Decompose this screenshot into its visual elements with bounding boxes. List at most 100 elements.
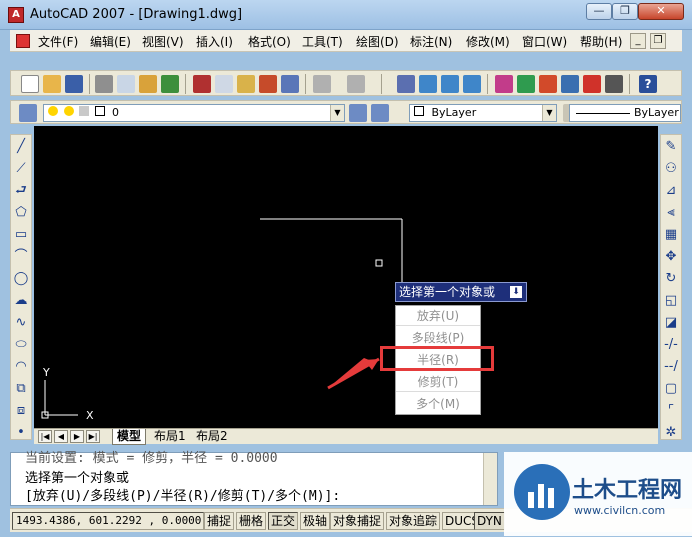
- move-icon[interactable]: ✥: [663, 249, 679, 265]
- coordinate-readout[interactable]: 1493.4386, 601.2292 , 0.0000: [12, 512, 204, 530]
- grid-toggle[interactable]: 栅格: [236, 512, 267, 530]
- stretch-icon[interactable]: ◪: [663, 315, 679, 331]
- menu-window[interactable]: 窗口(W): [522, 33, 567, 50]
- polygon-icon[interactable]: ⬠: [13, 205, 29, 221]
- paste-icon[interactable]: [237, 75, 255, 93]
- make-block-icon[interactable]: ⧈: [13, 403, 29, 419]
- explode-icon[interactable]: ✲: [663, 425, 679, 441]
- calculator-icon[interactable]: [605, 75, 623, 93]
- make-object-layer-current-icon[interactable]: [349, 104, 367, 122]
- publish-icon[interactable]: [139, 75, 157, 93]
- chamfer-icon[interactable]: ⌜: [663, 403, 679, 419]
- document-icon[interactable]: [16, 34, 30, 48]
- tab-model[interactable]: 模型: [112, 429, 147, 445]
- menu-tools[interactable]: 工具(T): [302, 33, 343, 50]
- close-button[interactable]: ✕: [638, 3, 684, 20]
- save-icon[interactable]: [65, 75, 83, 93]
- cut-icon[interactable]: [193, 75, 211, 93]
- design-center-icon[interactable]: [517, 75, 535, 93]
- rotate-icon[interactable]: ↻: [663, 271, 679, 287]
- layer-manager-icon[interactable]: [19, 104, 37, 122]
- command-scrollbar[interactable]: [483, 453, 497, 505]
- zoom-realtime-icon[interactable]: [419, 75, 437, 93]
- new-icon[interactable]: [21, 75, 39, 93]
- pan-icon[interactable]: [397, 75, 415, 93]
- construction-line-icon[interactable]: ⟋: [13, 161, 29, 177]
- first-tab-icon[interactable]: |◀: [38, 430, 52, 443]
- menu-insert[interactable]: 插入(I): [196, 33, 233, 50]
- circle-icon[interactable]: ◯: [13, 271, 29, 287]
- menu-file[interactable]: 文件(F): [38, 33, 78, 50]
- restore-button[interactable]: ❐: [612, 3, 638, 20]
- revision-cloud-icon[interactable]: ☁: [13, 293, 29, 309]
- properties-icon[interactable]: [495, 75, 513, 93]
- extend-icon[interactable]: --/: [663, 359, 679, 375]
- undo-icon[interactable]: [313, 75, 331, 93]
- prev-tab-icon[interactable]: ◀: [54, 430, 68, 443]
- menu-format[interactable]: 格式(O): [248, 33, 291, 50]
- mdi-restore-button[interactable]: ❐: [650, 33, 666, 49]
- point-icon[interactable]: •: [13, 425, 29, 441]
- drawing-area[interactable]: Y X: [34, 126, 658, 428]
- menu-draw[interactable]: 绘图(D): [356, 33, 399, 50]
- copy-icon[interactable]: [215, 75, 233, 93]
- mirror-icon[interactable]: ⊿: [663, 183, 679, 199]
- option-undo[interactable]: 放弃(U): [396, 306, 480, 326]
- print-icon[interactable]: [95, 75, 113, 93]
- command-line-window[interactable]: 当前设置: 模式 = 修剪，半径 = 0.0000 选择第一个对象或 [放弃(U…: [10, 451, 498, 506]
- match-properties-icon[interactable]: [259, 75, 277, 93]
- download-arrow-icon[interactable]: ⬇: [510, 286, 522, 298]
- ellipse-arc-icon[interactable]: ◠: [13, 359, 29, 375]
- snap-toggle[interactable]: 捕捉: [204, 512, 235, 530]
- line-icon[interactable]: ╱: [13, 139, 29, 155]
- redo-icon[interactable]: [347, 75, 365, 93]
- copy-object-icon[interactable]: ⚇: [663, 161, 679, 177]
- etransmit-icon[interactable]: [161, 75, 179, 93]
- markup-icon[interactable]: [583, 75, 601, 93]
- insert-block-icon[interactable]: ⧉: [13, 381, 29, 397]
- polyline-icon[interactable]: ⮐: [13, 183, 29, 199]
- print-preview-icon[interactable]: [117, 75, 135, 93]
- erase-icon[interactable]: ✎: [663, 139, 679, 155]
- option-polyline[interactable]: 多段线(P): [396, 328, 480, 348]
- tab-layout1[interactable]: 布局1: [150, 429, 190, 445]
- dyn-toggle[interactable]: DYN: [474, 512, 505, 530]
- zoom-previous-icon[interactable]: [463, 75, 481, 93]
- array-icon[interactable]: ▦: [663, 227, 679, 243]
- ortho-toggle[interactable]: 正交: [268, 512, 299, 530]
- option-multiple[interactable]: 多个(M): [396, 394, 480, 414]
- menu-modify[interactable]: 修改(M): [466, 33, 510, 50]
- layer-previous-icon[interactable]: [371, 104, 389, 122]
- scale-icon[interactable]: ◱: [663, 293, 679, 309]
- linetype-dropdown[interactable]: ByLayer: [569, 104, 681, 122]
- trim-icon[interactable]: -/-: [663, 337, 679, 353]
- mdi-minimize-button[interactable]: _: [630, 33, 646, 49]
- menu-dimension[interactable]: 标注(N): [410, 33, 452, 50]
- open-icon[interactable]: [43, 75, 61, 93]
- menu-help[interactable]: 帮助(H): [580, 33, 622, 50]
- option-trim[interactable]: 修剪(T): [396, 372, 480, 392]
- chevron-down-icon[interactable]: ▼: [330, 105, 344, 121]
- next-tab-icon[interactable]: ▶: [70, 430, 84, 443]
- polar-toggle[interactable]: 极轴: [300, 512, 331, 530]
- rectangle-icon[interactable]: ▭: [13, 227, 29, 243]
- break-icon[interactable]: ▢: [663, 381, 679, 397]
- chevron-down-icon[interactable]: ▼: [542, 105, 556, 121]
- minimize-button[interactable]: —: [586, 3, 612, 20]
- tab-layout2[interactable]: 布局2: [192, 429, 232, 445]
- sheet-set-icon[interactable]: [561, 75, 579, 93]
- block-editor-icon[interactable]: [281, 75, 299, 93]
- autocad-app-icon[interactable]: A: [8, 7, 24, 23]
- color-dropdown[interactable]: ByLayer ▼: [409, 104, 557, 122]
- last-tab-icon[interactable]: ▶|: [86, 430, 100, 443]
- arc-icon[interactable]: ⌒: [13, 249, 29, 265]
- osnap-toggle[interactable]: 对象捕捉: [330, 512, 385, 530]
- spline-icon[interactable]: ∿: [13, 315, 29, 331]
- ellipse-icon[interactable]: ⬭: [13, 337, 29, 353]
- menu-edit[interactable]: 编辑(E): [90, 33, 131, 50]
- menu-view[interactable]: 视图(V): [142, 33, 184, 50]
- tool-palettes-icon[interactable]: [539, 75, 557, 93]
- otrack-toggle[interactable]: 对象追踪: [386, 512, 441, 530]
- help-icon[interactable]: ?: [639, 75, 657, 93]
- layer-dropdown[interactable]: 0 ▼: [43, 104, 345, 122]
